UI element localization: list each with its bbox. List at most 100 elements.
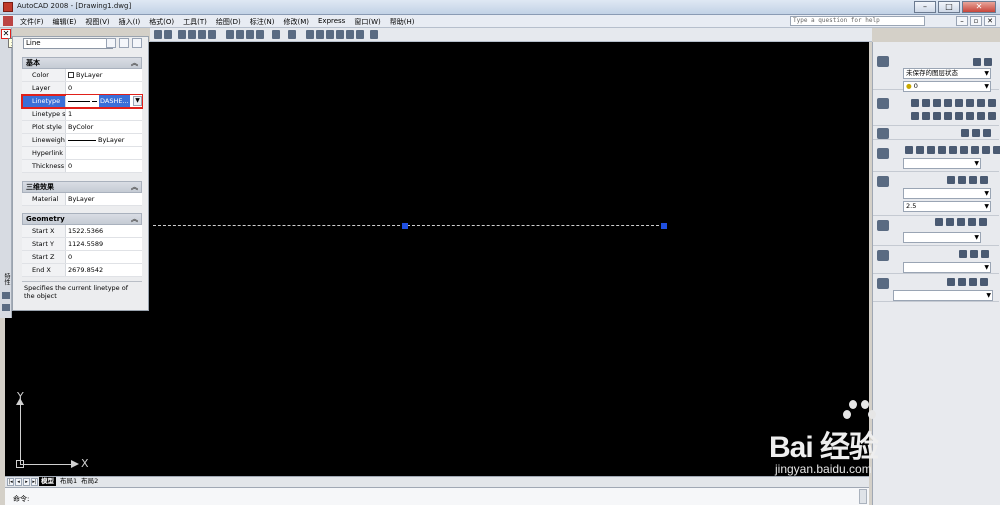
property-row-start-z[interactable]: Start Z 0 [22, 251, 142, 264]
quick-select-button[interactable] [132, 38, 142, 48]
list-icon[interactable] [972, 129, 980, 137]
baseline-dim-icon[interactable] [971, 146, 979, 154]
property-value[interactable]: 0 [66, 160, 142, 172]
find-text-icon[interactable] [969, 176, 977, 184]
layer-properties-icon[interactable] [973, 58, 981, 66]
multiline-text-icon[interactable] [947, 176, 955, 184]
publish-icon[interactable] [208, 30, 216, 39]
scale-tool-icon[interactable] [988, 112, 996, 120]
prev-tab-icon[interactable]: ◂ [15, 478, 22, 486]
property-value[interactable]: 0 [66, 251, 142, 263]
table-style-select[interactable]: ▼ [903, 262, 991, 273]
property-row-material[interactable]: Material ByLayer [22, 193, 142, 206]
doc-minimize-button[interactable]: – [956, 16, 968, 26]
arc-tool-icon[interactable] [944, 99, 952, 107]
menu-modify[interactable]: 修改(M) [283, 17, 309, 27]
property-row-linetype-scale[interactable]: Linetype scale 1 [22, 108, 142, 121]
ellipse-tool-icon[interactable] [988, 99, 996, 107]
spline-tool-icon[interactable] [977, 99, 985, 107]
menu-insert[interactable]: 插入(I) [119, 17, 141, 27]
erase-tool-icon[interactable] [911, 112, 919, 120]
layer-state-select[interactable]: 未保存的图层状态 ▼ [903, 68, 991, 79]
array-tool-icon[interactable] [955, 112, 963, 120]
zoom-realtime-icon[interactable] [316, 30, 324, 39]
pan-icon[interactable] [306, 30, 314, 39]
zoom-nav-icon[interactable] [958, 278, 966, 286]
match-properties-icon[interactable] [256, 30, 264, 39]
open-icon[interactable] [164, 30, 172, 39]
collapse-icon[interactable]: ︽ [131, 58, 138, 68]
help-search-input[interactable]: Type a question for help [790, 16, 925, 26]
tab-layout2[interactable]: 布局2 [81, 477, 98, 486]
line-tool-icon[interactable] [911, 99, 919, 107]
tab-model[interactable]: 模型 [39, 477, 56, 486]
menu-tools[interactable]: 工具(T) [183, 17, 207, 27]
pan-nav-icon[interactable] [947, 278, 955, 286]
collapse-icon[interactable]: ︽ [131, 182, 138, 192]
undo-icon[interactable] [272, 30, 280, 39]
insert-table-icon[interactable] [959, 250, 967, 258]
copy-tool-icon[interactable] [922, 112, 930, 120]
close-window-button[interactable]: ✕ [962, 1, 996, 13]
polyline-tool-icon[interactable] [922, 99, 930, 107]
zoom-window-nav-icon[interactable] [969, 278, 977, 286]
doc-restore-button[interactable]: ▫ [970, 16, 982, 26]
tab-layout1[interactable]: 布局1 [60, 477, 77, 486]
document-icon[interactable] [3, 16, 13, 26]
leader-style-icon[interactable] [979, 218, 987, 226]
mirror-tool-icon[interactable] [933, 112, 941, 120]
toggle-pickadd-button[interactable] [106, 38, 116, 48]
property-row-hyperlink[interactable]: Hyperlink [22, 147, 142, 160]
property-row-start-x[interactable]: Start X 1522.5366 [22, 225, 142, 238]
align-leader-icon[interactable] [957, 218, 965, 226]
minimize-button[interactable]: – [914, 1, 936, 13]
redo-icon[interactable] [288, 30, 296, 39]
section-header-3d[interactable]: 三维效果 ︽ [22, 181, 142, 193]
midpoint-grip[interactable] [402, 223, 408, 229]
menu-edit[interactable]: 编辑(E) [53, 17, 77, 27]
angular-dim-icon[interactable] [927, 146, 935, 154]
match-icon[interactable] [961, 129, 969, 137]
cut-icon[interactable] [226, 30, 234, 39]
last-tab-icon[interactable]: ▸| [31, 478, 38, 486]
view-select[interactable]: ▼ [893, 290, 993, 301]
table-style-icon[interactable] [970, 250, 978, 258]
circle-tool-icon[interactable] [933, 99, 941, 107]
command-scrollbar[interactable] [859, 489, 867, 504]
menu-help[interactable]: 帮助(H) [390, 17, 415, 27]
menu-window[interactable]: 窗口(W) [354, 17, 380, 27]
maximize-button[interactable]: □ [938, 1, 960, 13]
first-tab-icon[interactable]: |◂ [7, 478, 14, 486]
property-value[interactable] [66, 147, 142, 159]
text-style-icon[interactable] [980, 176, 988, 184]
property-row-end-x[interactable]: End X 2679.8542 [22, 264, 142, 277]
section-header-general[interactable]: 基本 ︽ [22, 57, 142, 69]
property-row-start-y[interactable]: Start Y 1124.5589 [22, 238, 142, 251]
ordinate-dim-icon[interactable] [938, 146, 946, 154]
property-row-lineweight[interactable]: Lineweight ByLayer [22, 134, 142, 147]
text-style-select[interactable]: ▼ [903, 188, 991, 199]
design-center-icon[interactable] [356, 30, 364, 39]
move-tool-icon[interactable] [966, 112, 974, 120]
chevron-down-icon[interactable]: ▼ [133, 96, 142, 106]
linear-dim-icon[interactable] [905, 146, 913, 154]
collapse-icon[interactable]: ︽ [131, 214, 138, 224]
rectangle-tool-icon[interactable] [955, 99, 963, 107]
single-text-icon[interactable] [958, 176, 966, 184]
property-value[interactable]: 2679.8542 [66, 264, 142, 276]
autohide-icon[interactable] [2, 292, 10, 299]
property-value[interactable]: ByLayer [66, 134, 142, 146]
endpoint-grip[interactable] [661, 223, 667, 229]
polygon-tool-icon[interactable] [966, 99, 974, 107]
palette-properties-icon[interactable] [2, 304, 10, 311]
add-leader-icon[interactable] [935, 218, 943, 226]
zoom-previous-icon[interactable] [336, 30, 344, 39]
object-type-select[interactable]: Line ▼ [23, 38, 113, 49]
paste-icon[interactable] [246, 30, 254, 39]
continue-dim-icon[interactable] [982, 146, 990, 154]
plot-preview-icon[interactable] [198, 30, 206, 39]
property-value[interactable]: 0 [66, 82, 142, 94]
property-row-linetype[interactable]: Linetype DASHE... ▼ [21, 94, 143, 109]
radius-dim-icon[interactable] [949, 146, 957, 154]
select-objects-button[interactable] [119, 38, 129, 48]
